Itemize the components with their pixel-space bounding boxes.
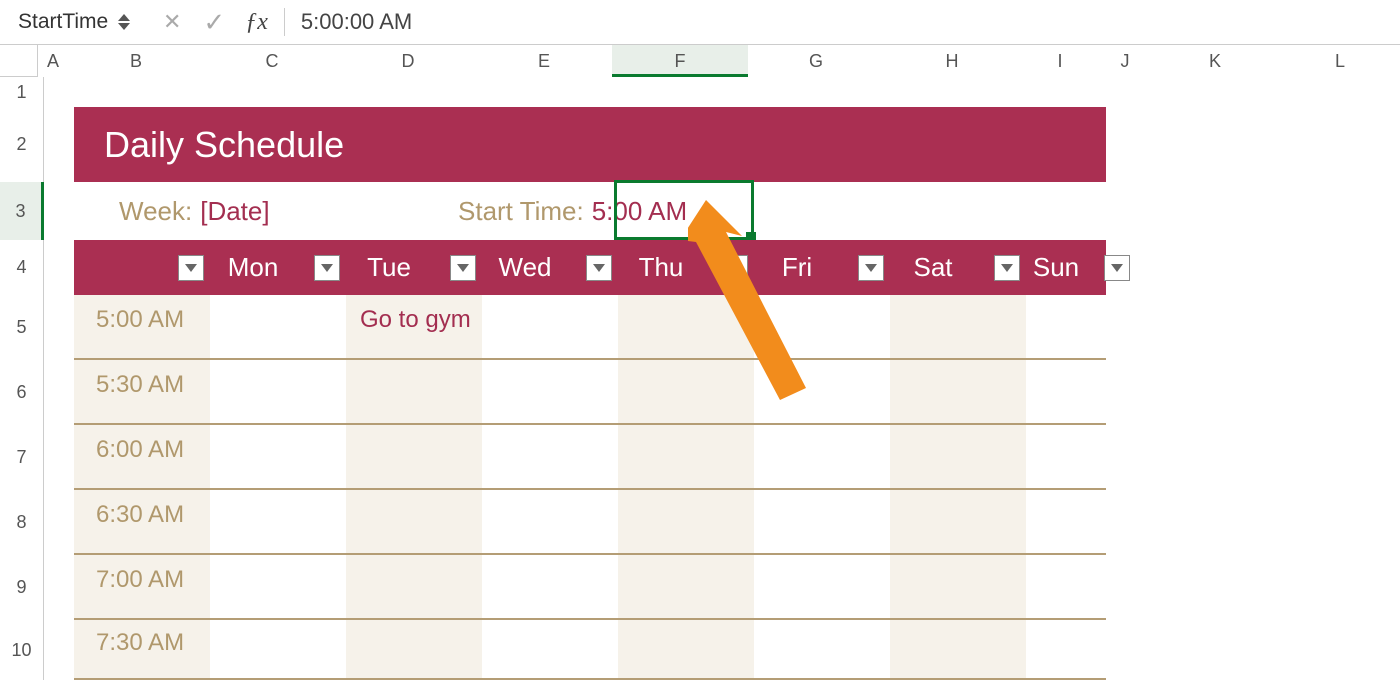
name-box-stepper[interactable] [118,14,130,30]
schedule-entry[interactable]: Go to gym [346,295,482,345]
divider [284,8,285,36]
select-all-corner[interactable] [0,45,38,77]
column-header-G[interactable]: G [748,45,884,77]
cell-selection [614,180,754,240]
day-label: Sat [913,252,952,283]
column-header-D[interactable]: D [340,45,476,77]
row-header-4[interactable]: 4 [0,240,44,295]
column-header-H[interactable]: H [884,45,1020,77]
week-value[interactable]: [Date] [200,196,269,227]
row-header-3[interactable]: 3 [0,182,44,240]
week-label: Week: [119,196,192,227]
filter-button-sun[interactable] [1104,255,1130,281]
day-label: Wed [499,252,552,283]
column-header-A[interactable]: A [38,45,68,77]
sheet-area[interactable]: Daily Schedule Week: [Date] Start Time: 5:00… [44,77,1400,680]
day-header-fri: Fri [734,240,890,295]
row-header-8[interactable]: 8 [0,490,44,555]
column-header-F[interactable]: F [612,45,748,77]
time-slot[interactable]: 5:30 AM [74,360,210,410]
row-header-9[interactable]: 9 [0,555,44,620]
day-label: Sun [1033,252,1079,283]
day-header-sat: Sat [870,240,1026,295]
meta-row: Week: [Date] [119,182,270,240]
day-label: Fri [782,252,812,283]
row-headers: 12345678910 [0,77,44,680]
row-header-10[interactable]: 10 [0,620,44,680]
column-header-E[interactable]: E [476,45,612,77]
row-header-1[interactable]: 1 [0,77,44,107]
chevron-down-icon [118,23,130,30]
row-header-2[interactable]: 2 [0,107,44,182]
time-slot[interactable]: 6:00 AM [74,425,210,475]
time-slot[interactable]: 6:30 AM [74,490,210,540]
title-banner: Daily Schedule [74,107,1106,182]
day-label: Tue [367,252,411,283]
column-header-J[interactable]: J [1100,45,1150,77]
column-header-K[interactable]: K [1150,45,1280,77]
time-slot[interactable]: 7:00 AM [74,555,210,605]
day-label: Thu [639,252,684,283]
chevron-up-icon [118,14,130,21]
start-time-label: Start Time: [458,196,584,227]
row-header-7[interactable]: 7 [0,425,44,490]
column-header-B[interactable]: B [68,45,204,77]
confirm-icon[interactable]: ✓ [203,7,225,38]
day-header-sun: Sun [1006,240,1136,295]
row-divider [74,358,1106,360]
column-header-L[interactable]: L [1280,45,1400,77]
column-header-I[interactable]: I [1020,45,1100,77]
name-box[interactable]: StartTime [8,6,136,38]
row-header-6[interactable]: 6 [0,360,44,425]
column-header-C[interactable]: C [204,45,340,77]
name-box-value: StartTime [18,10,108,34]
row-divider [74,488,1106,490]
day-header-wed: Wed [462,240,618,295]
day-label: Mon [228,252,279,283]
time-slot[interactable]: 5:00 AM [74,295,210,345]
formula-value[interactable]: 5:00:00 AM [301,9,412,35]
day-header-thu: Thu [598,240,754,295]
row-divider [74,618,1106,620]
row-divider [74,423,1106,425]
chevron-down-icon [1111,264,1123,272]
day-header-mon: Mon [190,240,346,295]
column-headers: ABCDEFGHIJKL [38,45,1400,77]
formula-bar: StartTime ✕ ✓ ƒx 5:00:00 AM [0,0,1400,45]
day-header-tue: Tue [326,240,482,295]
time-slot[interactable]: 7:30 AM [74,620,210,665]
row-divider [74,553,1106,555]
cancel-icon[interactable]: ✕ [161,9,183,35]
row-header-5[interactable]: 5 [0,295,44,360]
fx-icon[interactable]: ƒx [245,9,268,36]
